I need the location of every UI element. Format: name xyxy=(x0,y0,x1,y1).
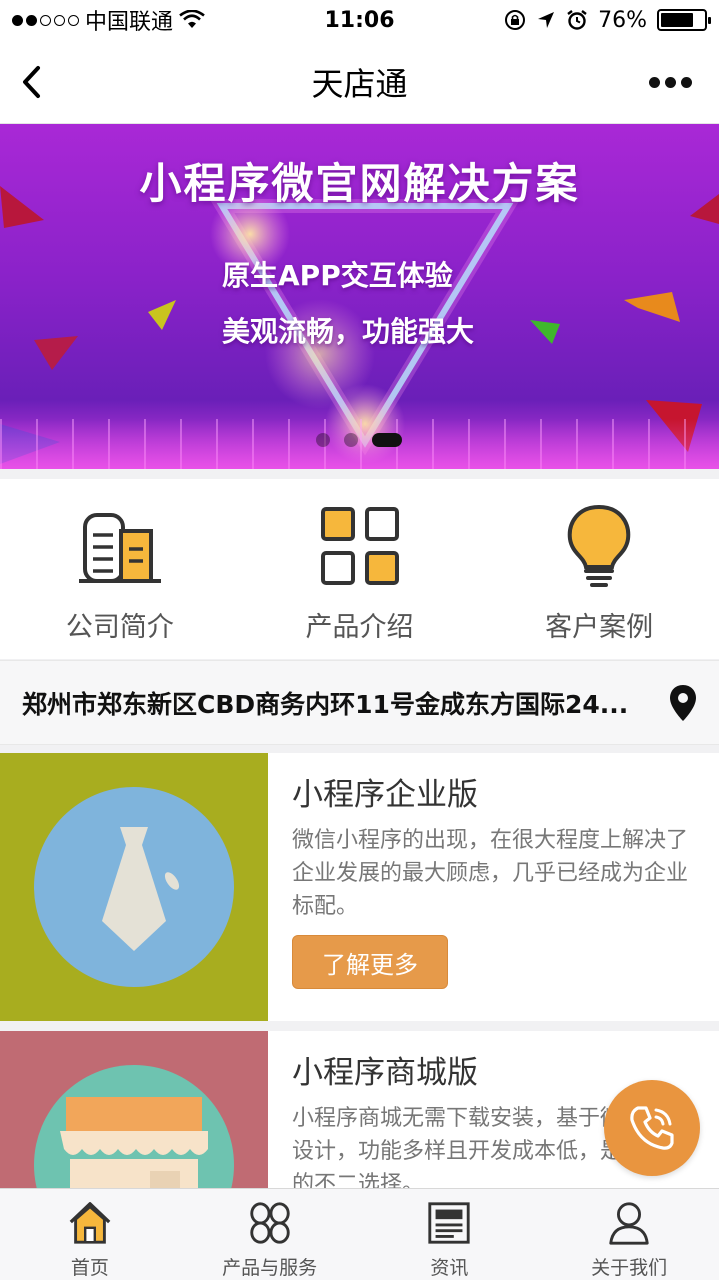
building-icon xyxy=(78,513,161,583)
alarm-icon xyxy=(567,10,587,30)
tab-label: 产品与服务 xyxy=(222,1257,318,1279)
back-icon[interactable] xyxy=(18,62,48,102)
learn-more-button[interactable]: 了解更多 xyxy=(292,935,448,989)
carousel-indicator xyxy=(316,433,402,447)
tab-label: 关于我们 xyxy=(591,1257,668,1279)
quick-label: 公司简介 xyxy=(65,612,174,643)
services-icon xyxy=(249,1202,290,1244)
user-icon xyxy=(609,1202,649,1245)
status-left: 中国联通 xyxy=(12,4,205,36)
banner-line-2: 美观流畅，功能强大 xyxy=(222,315,475,348)
card-image xyxy=(0,753,268,1021)
banner-carousel[interactable]: 小程序微官网解决方案 原生APP交互体验 美观流畅，功能强大 xyxy=(0,124,719,469)
battery-percent: 76% xyxy=(598,7,647,33)
tie-icon xyxy=(34,787,234,987)
card-body: 小程序企业版 微信小程序的出现，在很大程度上解决了企业发展的最大顾虑，几乎已经成… xyxy=(268,753,719,1021)
more-menu-icon[interactable] xyxy=(649,70,699,94)
battery-icon xyxy=(657,9,711,31)
carousel-dot-2[interactable] xyxy=(344,433,358,447)
quick-label: 客户案例 xyxy=(545,612,654,643)
tab-products-services[interactable]: 产品与服务 xyxy=(180,1189,360,1280)
location-arrow-icon xyxy=(538,12,555,28)
phone-icon xyxy=(630,1106,674,1150)
quick-label: 产品介绍 xyxy=(305,612,414,643)
quick-product-intro[interactable]: 产品介绍 xyxy=(240,479,480,659)
card-description: 微信小程序的出现，在很大程度上解决了企业发展的最大顾虑，几乎已经成为企业标配。 xyxy=(292,828,689,919)
quick-customer-cases[interactable]: 客户案例 xyxy=(479,479,719,659)
grid-icon xyxy=(320,507,399,585)
tab-bar: 首页 产品与服务 资讯 关于我们 xyxy=(0,1188,719,1280)
product-card-enterprise[interactable]: 小程序企业版 微信小程序的出现，在很大程度上解决了企业发展的最大顾虑，几乎已经成… xyxy=(0,753,719,1021)
status-bar: 中国联通 11:06 76% xyxy=(0,0,719,40)
call-button[interactable] xyxy=(604,1080,700,1176)
card-title: 小程序企业版 xyxy=(292,777,478,813)
address-text: 郑州市郑东新区CBD商务内环11号金成东方国际24... xyxy=(22,689,629,719)
news-icon xyxy=(428,1202,471,1244)
lightbulb-icon xyxy=(567,504,631,587)
location-pin-icon xyxy=(670,684,696,721)
tab-news[interactable]: 资讯 xyxy=(360,1189,540,1280)
tab-label: 资讯 xyxy=(430,1257,469,1279)
carousel-dot-3[interactable] xyxy=(372,433,402,447)
tab-about-us[interactable]: 关于我们 xyxy=(539,1189,719,1280)
carrier-label: 中国联通 xyxy=(85,10,174,35)
battery-fill xyxy=(661,13,693,27)
quick-company-intro[interactable]: 公司简介 xyxy=(0,479,240,659)
nav-bar: 天店通 xyxy=(0,40,719,124)
tab-home[interactable]: 首页 xyxy=(0,1189,180,1280)
banner-line-1: 原生APP交互体验 xyxy=(222,259,453,292)
tab-label: 首页 xyxy=(70,1257,109,1279)
rotation-lock-icon xyxy=(505,10,526,30)
quick-entry-row: 公司简介 产品介绍 客户案例 xyxy=(0,479,719,659)
carousel-dot-1[interactable] xyxy=(316,433,330,447)
page-title: 天店通 xyxy=(311,64,408,103)
status-right: 76% xyxy=(504,7,711,33)
banner-title: 小程序微官网解决方案 xyxy=(139,159,580,208)
address-row[interactable]: 郑州市郑东新区CBD商务内环11号金成东方国际24... xyxy=(0,660,719,745)
wifi-icon xyxy=(179,10,205,28)
home-icon xyxy=(69,1202,111,1244)
signal-icon xyxy=(12,14,79,26)
